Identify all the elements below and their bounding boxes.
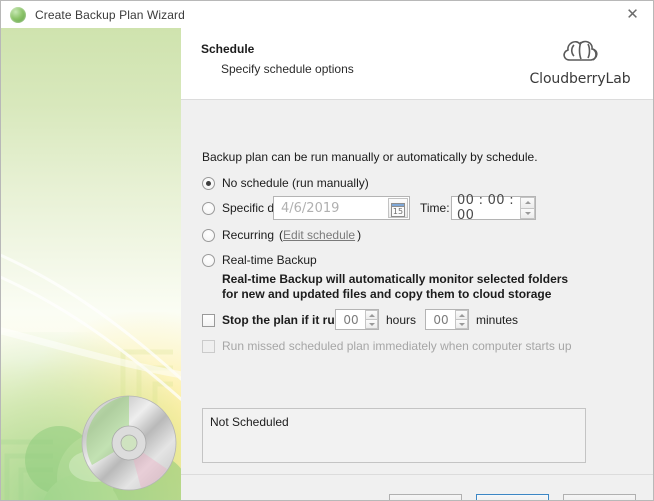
- cd-disc-graphic: [81, 395, 177, 491]
- calendar-icon: 15: [391, 203, 405, 217]
- spinner-down-icon[interactable]: [455, 320, 468, 329]
- window-title: Create Backup Plan Wizard: [35, 7, 185, 22]
- spinner-up-icon[interactable]: [365, 310, 378, 320]
- checkbox-run-missed: Run missed scheduled plan immediately wh…: [202, 337, 572, 355]
- next-button[interactable]: Next >: [476, 494, 549, 500]
- checkbox-label: Run missed scheduled plan immediately wh…: [222, 339, 572, 353]
- radio-no-schedule[interactable]: No schedule (run manually): [202, 174, 369, 192]
- minutes-input[interactable]: 00: [425, 309, 469, 330]
- minutes-unit-label: minutes: [476, 313, 519, 327]
- radio-indicator: [202, 253, 215, 267]
- radio-label: Recurring: [222, 228, 275, 242]
- wizard-footer: < Back Next > Cancel: [181, 474, 653, 500]
- schedule-status-box: Not Scheduled: [202, 408, 586, 463]
- pane-body: Backup plan can be run manually or autom…: [181, 100, 653, 474]
- close-icon[interactable]: ✕: [610, 1, 653, 28]
- realtime-description: Real-time Backup will automatically moni…: [222, 272, 569, 301]
- spinner-down-icon[interactable]: [520, 208, 535, 219]
- time-input[interactable]: 00 : 00 : 00: [451, 193, 536, 223]
- schedule-status-text: Not Scheduled: [210, 415, 289, 429]
- edit-schedule-link[interactable]: Edit schedule: [283, 228, 355, 242]
- checkbox-indicator: [202, 339, 215, 353]
- page-title: Schedule: [201, 42, 255, 56]
- radio-realtime-backup[interactable]: Real-time Backup: [202, 251, 317, 269]
- radio-indicator: [202, 201, 215, 215]
- wizard-side-banner: [1, 28, 181, 500]
- paren-close: ): [357, 228, 362, 242]
- spinner-down-icon[interactable]: [365, 320, 378, 329]
- brand-name: CloudberryLab: [529, 71, 631, 87]
- title-bar: Create Backup Plan Wizard ✕: [1, 1, 653, 28]
- spinner-up-icon[interactable]: [455, 310, 468, 320]
- green-sphere-icon: [10, 6, 26, 23]
- hours-unit-label: hours: [386, 313, 417, 327]
- wizard-window: Create Backup Plan Wizard ✕ Schedule Spe…: [0, 0, 654, 501]
- back-button[interactable]: < Back: [389, 494, 462, 500]
- specific-date-input[interactable]: 4/6/2019 15: [273, 196, 410, 220]
- pane-header: Schedule Specify schedule options Cloudb…: [181, 28, 653, 100]
- cloud-icon: [520, 34, 640, 70]
- radio-recurring[interactable]: Recurring ( Edit schedule ): [202, 226, 361, 244]
- minutes-spinner[interactable]: [455, 310, 468, 329]
- radio-indicator: [202, 176, 215, 190]
- hours-spinner[interactable]: [365, 310, 378, 329]
- spinner-up-icon[interactable]: [520, 197, 535, 209]
- page-subtitle: Specify schedule options: [221, 62, 354, 76]
- cancel-button[interactable]: Cancel: [563, 494, 636, 500]
- radio-indicator: [202, 228, 215, 242]
- hours-input[interactable]: 00: [335, 309, 379, 330]
- calendar-day: 15: [391, 206, 405, 217]
- time-spinner[interactable]: [520, 197, 535, 219]
- banner-arc-swoosh: [1, 253, 181, 402]
- intro-text: Backup plan can be run manually or autom…: [202, 150, 538, 164]
- radio-label: No schedule (run manually): [222, 176, 369, 190]
- wizard-pane: Schedule Specify schedule options Cloudb…: [181, 28, 653, 500]
- time-label: Time:: [420, 201, 450, 215]
- date-value: 4/6/2019: [281, 200, 340, 216]
- brand-logo: CloudberryLab: [520, 34, 640, 87]
- calendar-picker-button[interactable]: 15: [388, 198, 408, 218]
- checkbox-indicator: [202, 313, 215, 327]
- radio-label: Real-time Backup: [222, 253, 317, 267]
